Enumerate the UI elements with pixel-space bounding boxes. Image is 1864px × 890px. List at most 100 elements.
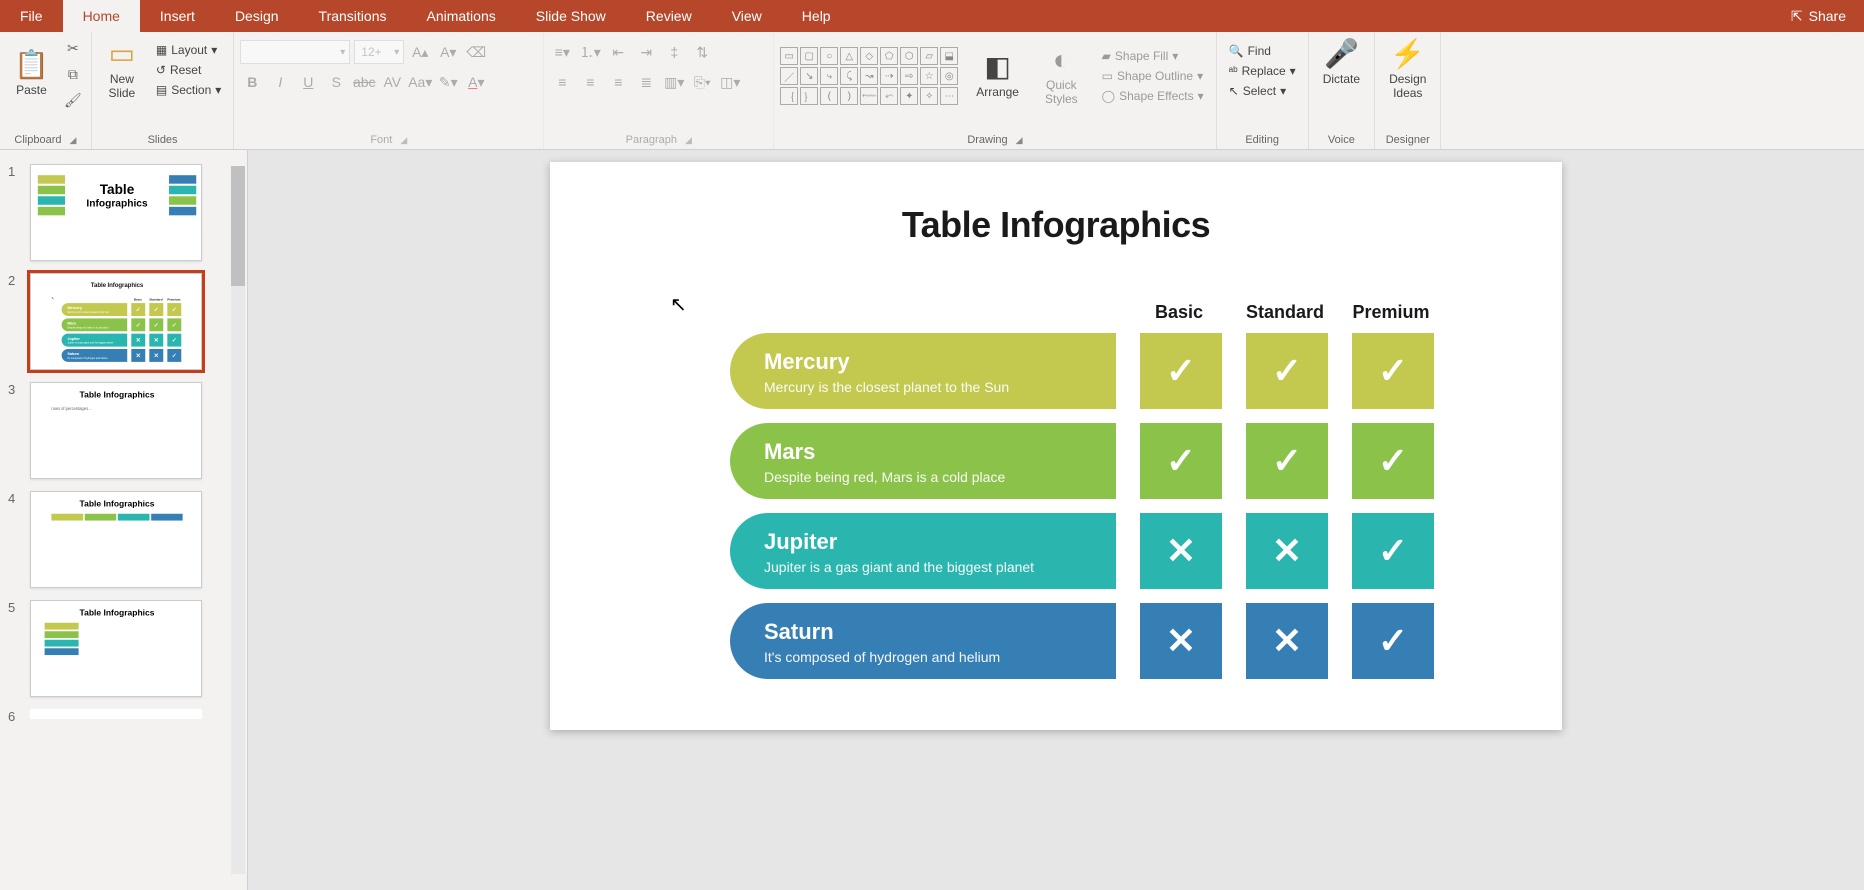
- cross-icon[interactable]: ✕: [1140, 603, 1222, 679]
- check-icon[interactable]: ✓: [167, 303, 181, 316]
- table-row[interactable]: MercuryMercury is the closest planet to …: [730, 333, 1434, 409]
- tab-review[interactable]: Review: [626, 0, 712, 32]
- align-right-button[interactable]: ≡: [606, 70, 630, 94]
- check-icon[interactable]: ✓: [149, 303, 163, 316]
- find-button[interactable]: 🔍Find: [1223, 42, 1302, 60]
- clear-format-button[interactable]: ⌫: [464, 40, 488, 64]
- tab-animations[interactable]: Animations: [406, 0, 515, 32]
- line-spacing-button[interactable]: ‡: [662, 40, 686, 64]
- highlight-button[interactable]: ✎▾: [436, 70, 460, 94]
- infographic-table[interactable]: Basic Standard Premium MercuryMercury is…: [730, 302, 1434, 693]
- arrange-button[interactable]: ◧ Arrange: [968, 49, 1027, 103]
- thumbnails-scrollbar[interactable]: [229, 150, 247, 890]
- font-size-input[interactable]: 12+: [354, 40, 404, 64]
- table-row[interactable]: SaturnIt's composed of hydrogen and heli…: [62, 349, 182, 362]
- new-slide-button[interactable]: ▭ New Slide: [98, 36, 146, 104]
- tab-slideshow[interactable]: Slide Show: [516, 0, 626, 32]
- share-button[interactable]: ⇱ Share: [1773, 8, 1864, 25]
- copy-button[interactable]: ⧉: [61, 62, 85, 86]
- dialog-launcher-icon[interactable]: ◢: [1016, 135, 1023, 146]
- bullets-button[interactable]: ≡▾: [550, 40, 574, 64]
- smartart-button[interactable]: ◫▾: [718, 70, 742, 94]
- slide-title[interactable]: Table Infographics: [31, 274, 202, 288]
- shape-fill-button[interactable]: ▰Shape Fill ▾: [1096, 47, 1210, 65]
- slide-canvas-area[interactable]: Table Infographics ↖ Basic Standard Prem…: [248, 150, 1864, 890]
- row-pill[interactable]: MarsDespite being red, Mars is a cold pl…: [730, 423, 1116, 499]
- check-icon[interactable]: ✓: [1246, 423, 1328, 499]
- cross-icon[interactable]: ✕: [131, 334, 145, 347]
- cross-icon[interactable]: ✕: [1140, 513, 1222, 589]
- numbering-button[interactable]: ⒈▾: [578, 40, 602, 64]
- underline-button[interactable]: U: [296, 70, 320, 94]
- cross-icon[interactable]: ✕: [131, 349, 145, 362]
- align-center-button[interactable]: ≡: [578, 70, 602, 94]
- tab-transitions[interactable]: Transitions: [299, 0, 407, 32]
- infographic-table[interactable]: Basic Standard Premium MercuryMercury is…: [62, 298, 182, 364]
- table-row[interactable]: SaturnIt's composed of hydrogen and heli…: [730, 603, 1434, 679]
- table-row[interactable]: JupiterJupiter is a gas giant and the bi…: [730, 513, 1434, 589]
- row-pill[interactable]: MercuryMercury is the closest planet to …: [730, 333, 1116, 409]
- tab-design[interactable]: Design: [215, 0, 299, 32]
- tab-view[interactable]: View: [712, 0, 782, 32]
- italic-button[interactable]: I: [268, 70, 292, 94]
- format-painter-button[interactable]: 🖌: [61, 88, 85, 112]
- columns-button[interactable]: ▥▾: [662, 70, 686, 94]
- font-name-input[interactable]: [240, 40, 350, 64]
- shape-effects-button[interactable]: ◯Shape Effects ▾: [1096, 87, 1210, 105]
- check-icon[interactable]: ✓: [1246, 333, 1328, 409]
- char-spacing-button[interactable]: AV: [380, 70, 404, 94]
- layout-button[interactable]: ▦Layout ▾: [150, 41, 227, 59]
- check-icon[interactable]: ✓: [131, 303, 145, 316]
- row-pill[interactable]: SaturnIt's composed of hydrogen and heli…: [62, 349, 128, 362]
- align-left-button[interactable]: ≡: [550, 70, 574, 94]
- text-direction-button[interactable]: ⇅: [690, 40, 714, 64]
- slide-thumbnail-3[interactable]: Table Infographicsrows of percentages…: [30, 382, 202, 479]
- row-pill[interactable]: JupiterJupiter is a gas giant and the bi…: [730, 513, 1116, 589]
- slide-thumbnail-6[interactable]: [30, 709, 202, 719]
- slide[interactable]: Table Infographics ↖ Basic Standard Prem…: [550, 162, 1562, 730]
- tab-home[interactable]: Home: [63, 0, 140, 32]
- slide-thumbnail-4[interactable]: Table Infographics: [30, 491, 202, 588]
- check-icon[interactable]: ✓: [1140, 333, 1222, 409]
- scrollbar-handle[interactable]: [231, 166, 245, 286]
- slide-thumbnail-1[interactable]: TableInfographics: [30, 164, 202, 261]
- dialog-launcher-icon[interactable]: ◢: [400, 135, 407, 146]
- quick-styles-button[interactable]: ◐ Quick Styles: [1037, 42, 1086, 110]
- check-icon[interactable]: ✓: [1352, 603, 1434, 679]
- grow-font-button[interactable]: A▴: [408, 40, 432, 64]
- row-pill[interactable]: MercuryMercury is the closest planet to …: [62, 303, 128, 316]
- tab-help[interactable]: Help: [782, 0, 851, 32]
- check-icon[interactable]: ✓: [1352, 423, 1434, 499]
- increase-indent-button[interactable]: ⇥: [634, 40, 658, 64]
- tab-insert[interactable]: Insert: [140, 0, 215, 32]
- row-pill[interactable]: JupiterJupiter is a gas giant and the bi…: [62, 334, 128, 347]
- table-row[interactable]: MarsDespite being red, Mars is a cold pl…: [62, 318, 182, 331]
- slide-thumbnail-2[interactable]: Table Infographics ↖ Basic Standard Prem…: [30, 273, 202, 370]
- shrink-font-button[interactable]: A▾: [436, 40, 460, 64]
- align-text-button[interactable]: ⎘▾: [690, 70, 714, 94]
- row-pill[interactable]: SaturnIt's composed of hydrogen and heli…: [730, 603, 1116, 679]
- strike-button[interactable]: abc: [352, 70, 376, 94]
- check-icon[interactable]: ✓: [1140, 423, 1222, 499]
- cut-button[interactable]: ✂: [61, 36, 85, 60]
- reset-button[interactable]: ↺Reset: [150, 61, 227, 79]
- row-pill[interactable]: MarsDespite being red, Mars is a cold pl…: [62, 318, 128, 331]
- bold-button[interactable]: B: [240, 70, 264, 94]
- change-case-button[interactable]: Aa▾: [408, 70, 432, 94]
- section-button[interactable]: ▤Section ▾: [150, 81, 227, 99]
- cross-icon[interactable]: ✕: [149, 349, 163, 362]
- design-ideas-button[interactable]: ⚡ Design Ideas: [1381, 36, 1434, 104]
- check-icon[interactable]: ✓: [1352, 513, 1434, 589]
- font-color-button[interactable]: A▾: [464, 70, 488, 94]
- paste-button[interactable]: 📋 Paste: [6, 47, 57, 101]
- table-row[interactable]: JupiterJupiter is a gas giant and the bi…: [62, 334, 182, 347]
- check-icon[interactable]: ✓: [167, 334, 181, 347]
- cross-icon[interactable]: ✕: [1246, 603, 1328, 679]
- check-icon[interactable]: ✓: [1352, 333, 1434, 409]
- check-icon[interactable]: ✓: [149, 318, 163, 331]
- slide-thumbnail-5[interactable]: Table Infographics: [30, 600, 202, 697]
- shadow-button[interactable]: S: [324, 70, 348, 94]
- slide-title[interactable]: Table Infographics: [550, 162, 1562, 246]
- check-icon[interactable]: ✓: [167, 349, 181, 362]
- dialog-launcher-icon[interactable]: ◢: [70, 135, 77, 146]
